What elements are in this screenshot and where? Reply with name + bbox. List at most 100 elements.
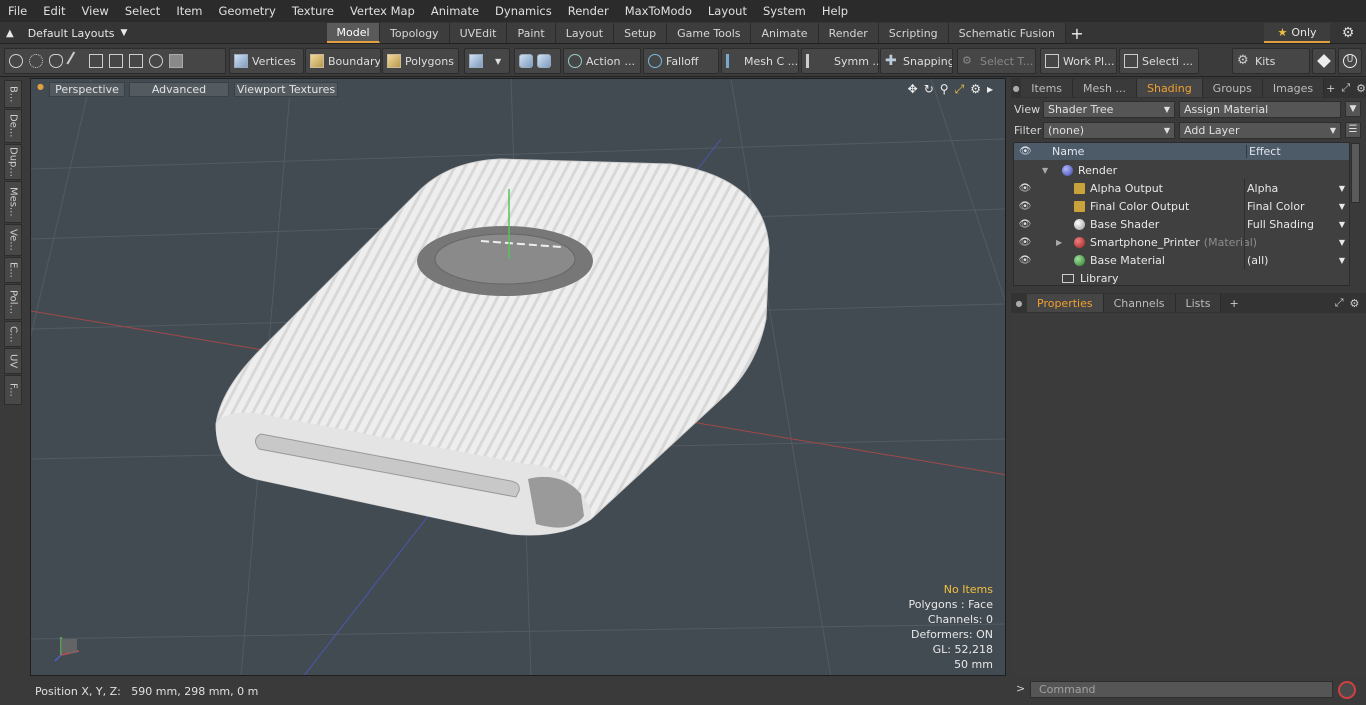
globe-icon[interactable] [29, 54, 43, 68]
tree-row-library[interactable]: Library [1014, 269, 1349, 287]
menu-edit[interactable]: Edit [35, 4, 73, 18]
tab-lists[interactable]: Lists [1175, 294, 1222, 312]
tree-row-smartphone-printer[interactable]: 👁 ▶ Smartphone_Printer (Material) ▼ [1014, 233, 1349, 251]
pie-icon[interactable] [149, 54, 163, 68]
viewport-textures-button[interactable]: Viewport Textures [234, 82, 338, 97]
menu-maxtomodo[interactable]: MaxToModo [617, 4, 700, 18]
menu-help[interactable]: Help [814, 4, 856, 18]
tab-game-tools[interactable]: Game Tools [667, 23, 752, 43]
tree-row-render[interactable]: ▼ Render [1014, 161, 1349, 179]
item-mode-icon[interactable] [169, 54, 183, 68]
list-options-icon[interactable]: ☰ [1345, 122, 1361, 138]
left-tab-curve[interactable]: C... [4, 321, 22, 347]
panel-gear-icon[interactable]: ⚙ [1356, 82, 1366, 95]
3d-viewport[interactable]: ● Perspective Advanced Viewport Textures… [30, 78, 1006, 676]
effect-select[interactable]: (all) ▼ [1244, 251, 1349, 269]
left-tab-vertex[interactable]: Ve... [4, 224, 22, 256]
modo-cube-button[interactable] [1312, 48, 1336, 74]
rotate-view-icon[interactable]: ↻ [924, 82, 934, 97]
vertices-button[interactable]: Vertices [229, 48, 304, 74]
eye-icon[interactable]: 👁 [1018, 183, 1032, 194]
boundary-button[interactable]: Boundary [305, 48, 381, 74]
only-toggle[interactable]: ★ Only [1264, 23, 1330, 43]
menu-render[interactable]: Render [560, 4, 617, 18]
filter-funnel-icon[interactable]: ▼ [1345, 101, 1361, 117]
advanced-button[interactable]: Advanced [129, 82, 229, 97]
tab-channels[interactable]: Channels [1103, 294, 1176, 312]
action-button[interactable]: Action ... [563, 48, 641, 74]
symmetry-button[interactable]: Symm ... [801, 48, 879, 74]
effect-select[interactable]: ▼ [1244, 233, 1349, 251]
selection-sets-button[interactable]: Selecti ... [1119, 48, 1199, 74]
left-tab-basic[interactable]: B... [4, 80, 22, 108]
move-view-icon[interactable]: ✥ [908, 82, 918, 97]
tab-groups[interactable]: Groups [1202, 79, 1263, 97]
menu-item[interactable]: Item [168, 4, 210, 18]
fit-view-icon[interactable]: ⤢ [955, 82, 965, 97]
snapping-button[interactable]: ✚ Snapping [880, 48, 953, 74]
kits-button[interactable]: ⚙ Kits [1232, 48, 1310, 74]
view-select[interactable]: Shader Tree ▼ [1043, 100, 1175, 118]
tab-setup[interactable]: Setup [614, 23, 668, 43]
mesh-constraint-button[interactable]: Mesh C ... [721, 48, 799, 74]
properties-gear-icon[interactable]: ⚙ [1350, 297, 1360, 310]
tree-row-final-color-output[interactable]: 👁 Final Color Output Final Color ▼ [1014, 197, 1349, 215]
effect-select[interactable]: Alpha ▼ [1244, 179, 1349, 197]
menu-texture[interactable]: Texture [284, 4, 342, 18]
tree-scrollbar[interactable] [1351, 143, 1360, 203]
lasso-icon[interactable] [49, 54, 63, 68]
tab-topology[interactable]: Topology [380, 23, 450, 43]
viewport-expand-icon[interactable]: ▸ [987, 82, 993, 97]
menu-file[interactable]: File [0, 4, 35, 18]
tab-scripting[interactable]: Scripting [878, 23, 949, 43]
menu-vertex-map[interactable]: Vertex Map [342, 4, 423, 18]
panel-add-icon[interactable]: + [1326, 82, 1335, 95]
tab-layout[interactable]: Layout [555, 23, 615, 43]
tab-model[interactable]: Model [327, 23, 380, 43]
properties-expand-icon[interactable]: ⤢ [1335, 296, 1344, 310]
left-tab-mesh-edit[interactable]: Mes... [4, 181, 22, 223]
tab-paint[interactable]: Paint [507, 23, 556, 43]
tab-animate[interactable]: Animate [751, 23, 819, 43]
expand-arrow-icon[interactable]: ▼ [1042, 166, 1048, 175]
tab-images[interactable]: Images [1262, 79, 1325, 97]
tree-row-alpha-output[interactable]: 👁 Alpha Output Alpha ▼ [1014, 179, 1349, 197]
grid-select-icon[interactable] [109, 54, 123, 68]
panel-expand-icon[interactable]: ⤢ [1341, 81, 1350, 95]
work-plane-button[interactable]: Work Pl... [1040, 48, 1117, 74]
panel-menu-icon[interactable]: ● [1011, 84, 1021, 93]
menu-animate[interactable]: Animate [423, 4, 487, 18]
circle-select-icon[interactable] [9, 54, 23, 68]
tree-row-base-shader[interactable]: 👁 Base Shader Full Shading ▼ [1014, 215, 1349, 233]
eye-icon[interactable]: 👁 [1018, 237, 1032, 248]
effect-select[interactable]: Full Shading ▼ [1244, 215, 1349, 233]
square-target-icon[interactable] [129, 54, 143, 68]
tab-mesh[interactable]: Mesh ... [1073, 79, 1137, 97]
viewport-gear-icon[interactable]: ⚙ [970, 82, 981, 97]
left-tab-polygon[interactable]: Pol... [4, 284, 22, 320]
tab-items[interactable]: Items [1021, 79, 1074, 97]
properties-menu-icon[interactable]: ● [1011, 299, 1027, 308]
tab-schematic-fusion[interactable]: Schematic Fusion [948, 23, 1066, 43]
menu-geometry[interactable]: Geometry [211, 4, 284, 18]
menu-layout[interactable]: Layout [700, 4, 755, 18]
left-tab-duplicate[interactable]: Dup... [4, 144, 22, 180]
left-tab-edge[interactable]: E... [4, 257, 22, 283]
properties-add-icon[interactable]: + [1229, 297, 1238, 310]
record-icon[interactable] [1338, 681, 1356, 699]
material-mode-button[interactable]: ▼ [464, 48, 510, 74]
left-tab-uv[interactable]: UV [4, 348, 22, 374]
gear-icon[interactable]: ⚙ [1338, 24, 1358, 42]
menu-view[interactable]: View [74, 4, 117, 18]
left-tab-fusion[interactable]: F... [4, 375, 22, 405]
eye-icon[interactable]: 👁 [1018, 201, 1032, 212]
select-through-button[interactable]: ⚙ Select T... [957, 48, 1036, 74]
perspective-button[interactable]: Perspective [49, 82, 125, 97]
falloff-button[interactable]: Falloff [643, 48, 719, 74]
effect-column-header[interactable]: Effect [1246, 145, 1281, 158]
expand-arrow-icon[interactable]: ▶ [1056, 238, 1062, 247]
effect-select[interactable]: Final Color ▼ [1244, 197, 1349, 215]
assign-material-button[interactable]: Assign Material [1179, 100, 1341, 118]
unreal-button[interactable]: U [1338, 48, 1362, 74]
stack-icon[interactable] [89, 54, 103, 68]
